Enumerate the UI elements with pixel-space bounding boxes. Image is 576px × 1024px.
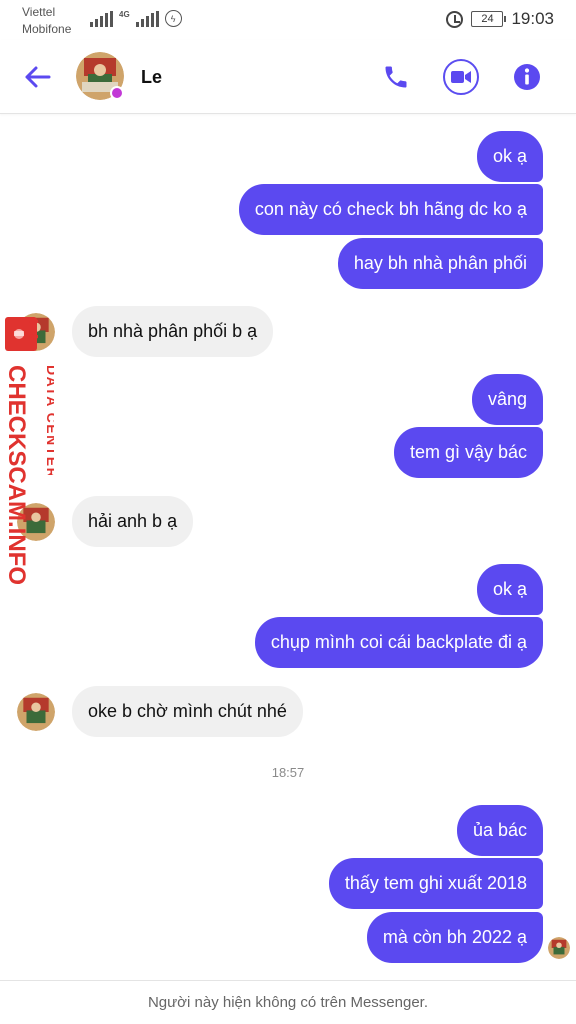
signal-icon-2 [135, 11, 159, 27]
video-call-button[interactable] [443, 59, 479, 95]
network-type: 4G [119, 10, 130, 19]
message-bubble-outgoing[interactable]: ủa bác [456, 805, 543, 856]
battery-level: 24 [481, 13, 494, 25]
footer-notice-text: Người này hiện không có trên Messenger. [147, 994, 429, 1011]
signal-icons: 4G ϟ [90, 10, 182, 27]
video-camera-icon [451, 71, 471, 83]
watermark-lock-icon [4, 313, 45, 351]
message-bubble-outgoing[interactable]: chụp mình coi cái backplate đi ạ [254, 617, 543, 668]
svg-text:DATA CENTER: DATA CENTER [44, 365, 54, 475]
message-bubble-outgoing[interactable]: mà còn bh 2022 ạ [366, 912, 543, 963]
read-receipt-avatar [548, 937, 570, 959]
contact-avatar-small[interactable] [17, 693, 55, 731]
info-button[interactable] [508, 58, 546, 96]
carrier-1: Viettel [22, 5, 56, 19]
back-button[interactable] [20, 60, 54, 94]
watermark-text-checkscam: CHECKSCAM.INFO [4, 365, 30, 585]
battery-icon: 24 [471, 11, 507, 27]
message-bubble-outgoing[interactable]: con này có check bh hãng dc ko ạ [238, 184, 543, 235]
message-bubble-outgoing[interactable]: tem gì vậy bác [393, 427, 543, 478]
message-bubble-outgoing[interactable]: vâng [471, 374, 543, 425]
message-timestamp: 18:57 [271, 765, 305, 780]
message-bubble-incoming[interactable]: oke b chờ mình chút nhé [72, 686, 303, 737]
phone-icon [385, 66, 407, 88]
alarm-icon [446, 10, 464, 28]
voice-call-button[interactable] [377, 58, 415, 96]
message-bubble-outgoing[interactable]: ok ạ [476, 564, 543, 615]
contact-name[interactable]: Le [141, 67, 162, 88]
status-badge [110, 86, 124, 100]
info-icon [514, 64, 540, 90]
message-bubble-outgoing[interactable]: ok ạ [476, 131, 543, 182]
message-list[interactable]: ok ạ con này có check bh hãng dc ko ạ ha… [0, 115, 576, 979]
message-bubble-incoming[interactable]: hải anh b ạ [72, 496, 194, 547]
carrier-2: Mobifone [22, 22, 72, 36]
svg-text:CHECKSCAM.INFO: CHECKSCAM.INFO [4, 365, 30, 585]
message-bubble-incoming[interactable]: bh nhà phân phối b ạ [72, 306, 274, 357]
status-bar: Viettel Mobifone 4G ϟ 24 19:03 [0, 0, 576, 40]
messenger-notification-icon: ϟ [164, 10, 182, 27]
conversation-header: Le [0, 40, 576, 114]
message-bubble-outgoing[interactable]: thấy tem ghi xuất 2018 [328, 858, 543, 909]
status-right: 24 19:03 [446, 9, 554, 29]
message-bubble-outgoing[interactable]: hay bh nhà phân phối [337, 238, 543, 289]
carrier-info: Viettel Mobifone [22, 4, 71, 38]
unavailable-notice: Người này hiện không có trên Messenger. [0, 980, 576, 1024]
signal-icon [90, 11, 113, 27]
clock: 19:03 [511, 9, 554, 28]
back-arrow-icon [25, 66, 51, 88]
